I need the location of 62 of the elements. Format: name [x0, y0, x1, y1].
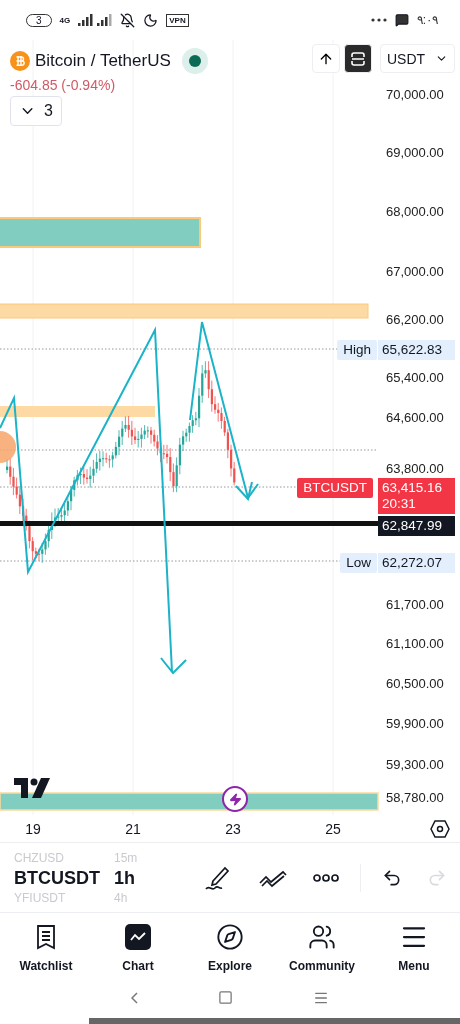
price-tick: 61,700.00	[386, 597, 444, 612]
more-icon	[312, 872, 339, 883]
bookmark-list-icon	[35, 924, 57, 950]
price-tick: 59,300.00	[386, 757, 444, 772]
price-tick: 70,000.00	[386, 87, 444, 102]
signal-icon	[78, 14, 113, 26]
bitcoin-icon	[10, 51, 30, 71]
moon-icon	[143, 12, 159, 28]
date-tick: 23	[224, 820, 242, 837]
people-icon	[308, 923, 336, 951]
network-type: 4G	[59, 15, 71, 25]
price-tick: 59,900.00	[386, 716, 444, 731]
price-tick: 67,000.00	[386, 264, 444, 279]
price-value-label: 65,622.83	[378, 340, 455, 360]
compass-icon	[216, 923, 244, 951]
redo-icon	[427, 867, 448, 888]
price-value-label: 63,415.16 20:31	[378, 478, 455, 514]
price-label-tag: Low	[340, 553, 377, 573]
price-tick: 60,500.00	[386, 676, 444, 691]
date-tick: 21	[124, 820, 142, 837]
nav-tab[interactable]: Menu	[368, 921, 460, 973]
date-tick: 25	[324, 820, 342, 837]
back-button[interactable]	[131, 991, 138, 1004]
price-tick: 61,100.00	[386, 636, 444, 651]
price-value-label: 62,847.99	[378, 516, 455, 536]
chart-icon	[125, 924, 151, 950]
price-tick: 68,000.00	[386, 204, 444, 219]
price-tick: 64,600.00	[386, 410, 444, 425]
price-tick: 65,400.00	[386, 370, 444, 385]
back-icon	[131, 991, 138, 1004]
indicators-toggle[interactable]: 3	[10, 96, 62, 126]
chat-icon	[394, 13, 409, 27]
symbol-picker-item[interactable]: BTCUSDT 1h	[14, 864, 190, 891]
price-tick: 63,800.00	[386, 461, 444, 476]
lightning-icon	[228, 792, 242, 806]
frame-icon	[350, 50, 366, 67]
price-value-label: 62,272.07	[378, 553, 455, 573]
clock-time: ٩:٠٩	[416, 13, 438, 27]
settings-icon[interactable]	[430, 819, 450, 838]
price-label-tag: High	[337, 340, 377, 360]
highlight-marker	[0, 431, 16, 463]
price-label-tag: BTCUSDT	[297, 478, 373, 498]
symbol-title: Bitcoin / TetherUS	[35, 51, 171, 71]
fullscreen-button[interactable]	[344, 44, 372, 73]
price-tick: 66,200.00	[386, 312, 444, 327]
lightning-button[interactable]	[222, 786, 248, 812]
nav-tab[interactable]: Chart	[92, 921, 184, 973]
currency-dropdown[interactable]: USDT	[380, 44, 455, 73]
price-tick: 69,000.00	[386, 145, 444, 160]
price-tick: 58,780.00	[386, 790, 444, 805]
vpn-badge: VPN	[166, 13, 189, 27]
logo-icon	[14, 778, 50, 798]
nav-tab[interactable]: Community	[276, 921, 368, 973]
date-tick: 19	[24, 820, 42, 837]
nav-tab[interactable]: Explore	[184, 921, 276, 973]
more-icon	[370, 18, 387, 22]
price-change: -604.85 (-0.94%)	[10, 77, 117, 93]
nav-tab[interactable]: Watchlist	[0, 921, 92, 973]
home-icon	[218, 990, 233, 1005]
home-button[interactable]	[218, 990, 233, 1005]
bell-off-icon	[120, 12, 136, 28]
arrow-up-button[interactable]	[312, 44, 340, 73]
